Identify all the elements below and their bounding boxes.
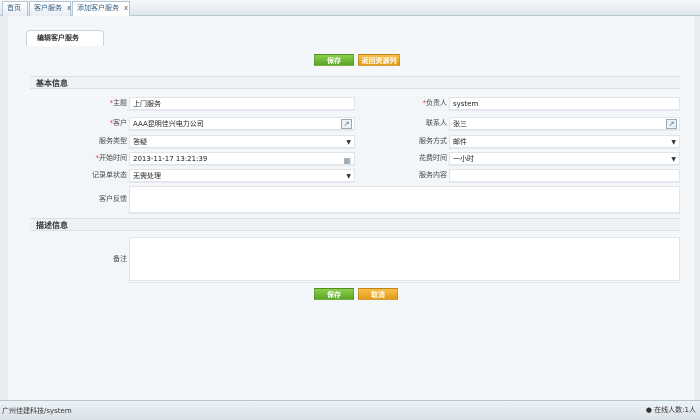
- service-type-label: 服务类型: [30, 134, 127, 149]
- section-description: 描述信息: [30, 218, 680, 231]
- save-button[interactable]: 保存: [314, 288, 354, 300]
- start-time-label-text: 开始时间: [99, 154, 127, 162]
- tab-label: 添加客户服务: [77, 4, 119, 12]
- customer-feedback-label: 客户反馈: [30, 185, 127, 214]
- chevron-down-icon: ▼: [671, 156, 676, 163]
- status-user: 广州佳建科技/system: [2, 407, 72, 415]
- remark-textarea[interactable]: [129, 237, 680, 281]
- close-icon[interactable]: x: [124, 4, 128, 12]
- customer-label: *客户: [30, 116, 127, 131]
- lookup-icon[interactable]: ↗: [666, 119, 677, 129]
- owner-field[interactable]: system: [449, 97, 680, 110]
- form-row: 客户反馈: [30, 185, 680, 214]
- tab-bar: 首页 客户服务 x 添加客户服务 x: [0, 0, 700, 17]
- form-row: 备注: [30, 235, 680, 283]
- subject-field[interactable]: 上门服务: [129, 97, 355, 110]
- section-basic-info: 基本信息: [30, 76, 680, 89]
- user-icon: ●: [645, 406, 655, 414]
- contact-value: 张三: [453, 120, 467, 128]
- start-time-field[interactable]: 2013-11-17 13:21:39 ▦: [129, 152, 355, 165]
- owner-label-text: 负责人: [426, 99, 447, 107]
- service-method-label: 服务方式: [355, 134, 447, 149]
- save-button-top[interactable]: 保存: [314, 54, 354, 66]
- start-time-label: *开始时间: [30, 151, 127, 166]
- start-time-value: 2013-11-17 13:21:39: [133, 155, 208, 163]
- form-row: *客户 AAA昆明佳兴电力公司 ↗ 联系人 张三 ↗: [30, 116, 680, 131]
- customer-field[interactable]: AAA昆明佳兴电力公司 ↗: [129, 117, 355, 130]
- tab-customer-service[interactable]: 客户服务 x: [29, 1, 71, 16]
- record-status-label: 记录单状态: [30, 168, 127, 183]
- service-method-value: 邮件: [453, 138, 467, 146]
- subject-label-text: 主题: [113, 99, 127, 107]
- lookup-icon[interactable]: ↗: [341, 119, 352, 129]
- calendar-icon[interactable]: ▦: [343, 154, 351, 167]
- tab-add-customer-service[interactable]: 添加客户服务 x: [72, 1, 130, 17]
- cancel-button[interactable]: 取消: [358, 288, 398, 300]
- status-bar: 广州佳建科技/system ● 在线人数:1人: [0, 400, 700, 420]
- tab-label: 客户服务: [34, 4, 62, 12]
- record-status-value: 无需处理: [133, 172, 161, 180]
- service-content-label: 服务内容: [355, 168, 447, 183]
- form-row: 记录单状态 无需处理 ▼ 服务内容: [30, 168, 680, 183]
- remark-label: 备注: [30, 235, 127, 283]
- chevron-down-icon: ▼: [346, 173, 351, 180]
- record-status-select[interactable]: 无需处理 ▼: [129, 169, 355, 182]
- service-method-select[interactable]: 邮件 ▼: [449, 135, 680, 148]
- service-content-field[interactable]: [449, 169, 680, 182]
- customer-value: AAA昆明佳兴电力公司: [133, 120, 204, 128]
- owner-label: *负责人: [355, 96, 447, 111]
- subject-label: *主题: [30, 96, 127, 111]
- chevron-down-icon: ▼: [671, 139, 676, 146]
- service-type-select[interactable]: 答疑 ▼: [129, 135, 355, 148]
- chevron-down-icon: ▼: [346, 139, 351, 146]
- duration-label: 花费时间: [355, 151, 447, 166]
- online-count-text: 在线人数:1人: [654, 406, 696, 414]
- customer-label-text: 客户: [113, 119, 127, 127]
- form-row: *主题 上门服务 *负责人 system: [30, 96, 680, 111]
- form-row: *开始时间 2013-11-17 13:21:39 ▦ 花费时间 一小时 ▼: [30, 151, 680, 166]
- customer-feedback-textarea[interactable]: [129, 186, 680, 213]
- panel-title: 编辑客户服务: [26, 30, 104, 46]
- close-icon[interactable]: x: [67, 4, 71, 12]
- service-type-value: 答疑: [133, 138, 147, 146]
- tab-home[interactable]: 首页: [2, 1, 28, 16]
- online-count: ● 在线人数:1人: [646, 405, 696, 415]
- contact-field[interactable]: 张三 ↗: [449, 117, 680, 130]
- tab-label: 首页: [7, 4, 21, 12]
- back-to-list-button[interactable]: 返回资源列: [358, 54, 400, 66]
- duration-select[interactable]: 一小时 ▼: [449, 152, 680, 165]
- contact-label: 联系人: [355, 116, 447, 131]
- duration-value: 一小时: [453, 155, 474, 163]
- form-row: 服务类型 答疑 ▼ 服务方式 邮件 ▼: [30, 134, 680, 149]
